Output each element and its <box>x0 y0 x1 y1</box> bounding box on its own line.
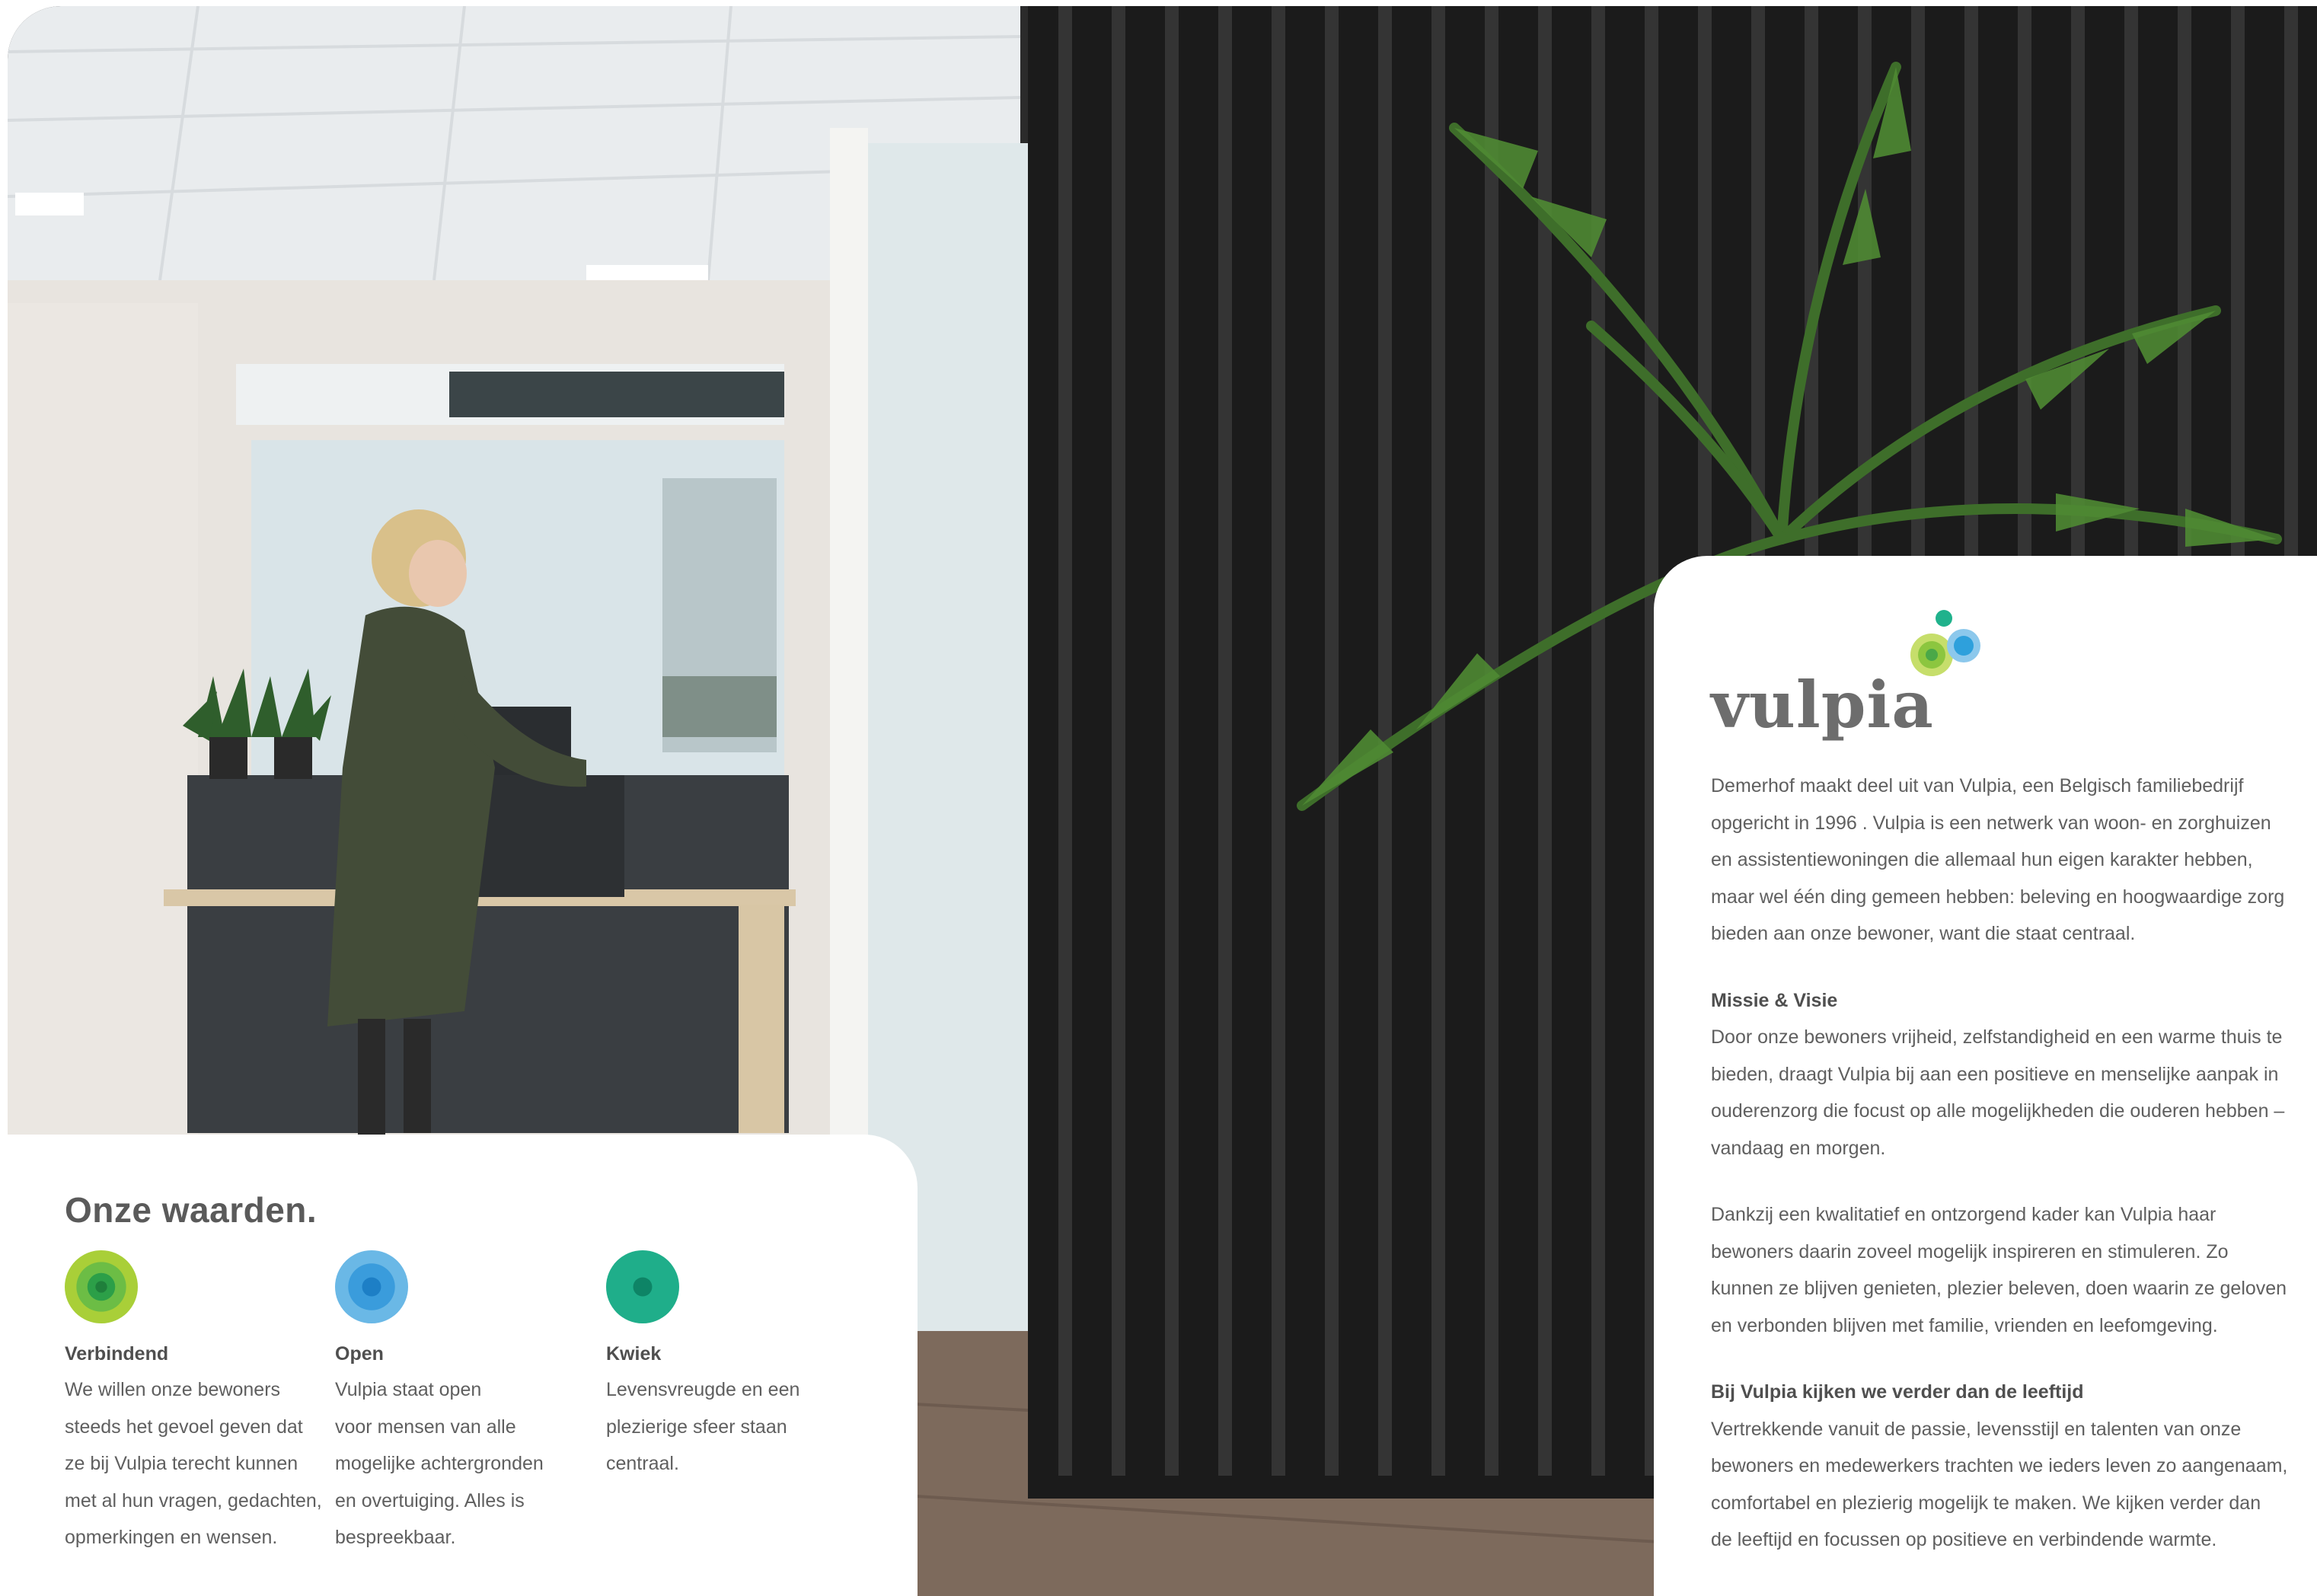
mission-paragraph: Door onze bewoners vrijheid, zelfstandig… <box>1711 1026 2285 1159</box>
info-body: Demerhof maakt deel uit van Vulpia, een … <box>1711 768 2305 1559</box>
value-kwiek: Kwiek Levensvreugde en een plezierige sf… <box>606 1250 865 1483</box>
value-description: We willen onze bewoners steeds het gevoe… <box>65 1379 322 1548</box>
green-concentric-circle-icon <box>65 1250 138 1323</box>
value-name: Kwiek <box>606 1343 662 1365</box>
teal-concentric-circle-icon <box>606 1250 679 1323</box>
age-paragraph: Vertrekkende vanuit de passie, levenssti… <box>1711 1418 2288 1551</box>
age-heading: Bij Vulpia kijken we verder dan de leeft… <box>1711 1381 2084 1403</box>
logo-wordmark: vulpia <box>1711 667 1934 742</box>
vulpia-logo: vulpia <box>1711 609 2008 742</box>
value-open: Open Vulpia staat open voor mensen van a… <box>335 1250 594 1556</box>
values-title: Onze waarden. <box>65 1190 318 1230</box>
value-name: Open <box>335 1343 384 1365</box>
intro-paragraph: Demerhof maakt deel uit van Vulpia, een … <box>1711 775 2285 944</box>
value-name: Verbindend <box>65 1343 169 1365</box>
vulpia-info-card: vulpia Demerhof maakt deel uit van Vulpi… <box>1654 556 2317 1596</box>
values-card: Onze waarden. Verbindend We willen onze … <box>8 1135 918 1596</box>
logo-dots-icon <box>1910 610 1980 676</box>
value-verbindend: Verbindend We willen onze bewoners steed… <box>65 1250 324 1556</box>
framework-paragraph: Dankzij een kwalitatief en ontzorgend ka… <box>1711 1204 2287 1336</box>
value-description: Vulpia staat open voor mensen van alle m… <box>335 1379 544 1548</box>
mission-heading: Missie & Visie <box>1711 989 1838 1011</box>
value-description: Levensvreugde en een plezierige sfeer st… <box>606 1379 800 1474</box>
blue-concentric-circle-icon <box>335 1250 408 1323</box>
